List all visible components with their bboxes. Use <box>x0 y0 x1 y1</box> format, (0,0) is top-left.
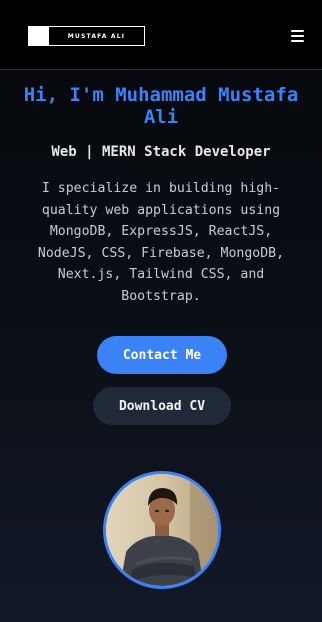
menu-line <box>291 35 304 37</box>
hero-description: I specialize in building high-quality we… <box>37 181 285 304</box>
profile-photo <box>106 474 218 586</box>
menu-line <box>291 30 304 32</box>
site-logo[interactable]: MUSTAFA ALI <box>28 26 145 46</box>
profile-avatar <box>103 471 221 589</box>
hamburger-menu-icon[interactable] <box>286 28 304 44</box>
site-header: MUSTAFA ALI <box>0 0 322 70</box>
hero-title: Hi, I'm Muhammad Mustafa Ali <box>23 84 299 128</box>
logo-block <box>29 27 49 45</box>
hero-subtitle: Web | MERN Stack Developer <box>51 144 271 160</box>
logo-text: MUSTAFA ALI <box>67 32 126 40</box>
hero-section: Hi, I'm Muhammad Mustafa Ali Web | MERN … <box>0 84 322 307</box>
menu-line <box>291 40 304 42</box>
contact-me-button[interactable]: Contact Me <box>97 336 227 374</box>
download-cv-button[interactable]: Download CV <box>93 387 231 425</box>
